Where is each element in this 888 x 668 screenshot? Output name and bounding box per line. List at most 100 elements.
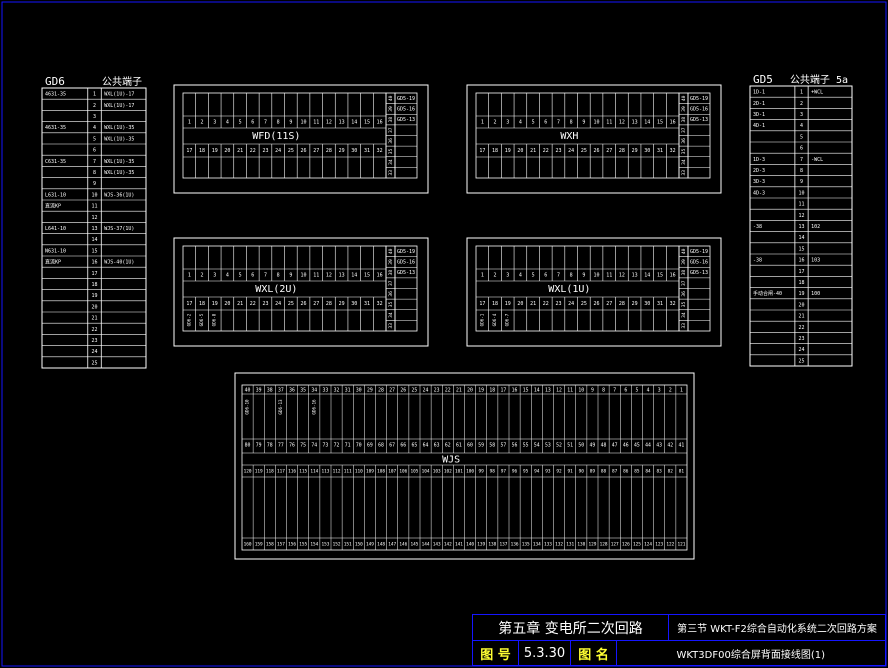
wjs-terminal-number: 23: [434, 387, 440, 393]
wjs-terminal-number: 70: [356, 443, 362, 449]
wjs-terminal-number: 40: [245, 387, 251, 393]
wjs-terminal-number: 151: [344, 542, 352, 548]
module-side-label: GD5-16: [690, 259, 708, 265]
strip-cell-right: 102: [811, 224, 820, 230]
module-terminal-number: 2: [201, 120, 204, 126]
module-wxh: 1 2 3 4 5 6 7 8 9 10 11 12 13 14 15 1617 18 19 20 21 22 23 24 2…: [466, 84, 722, 194]
module-terminal-number: 6: [251, 273, 254, 279]
module-bottom-tag: GD6-7: [505, 313, 510, 326]
strip-cell-number: 11: [798, 202, 804, 208]
strip-cell-number: 15: [798, 246, 804, 252]
wjs-terminal-number: 55: [523, 443, 529, 449]
strip-cell-number: 11: [92, 204, 98, 210]
wjs-terminal-number: 127: [611, 542, 619, 548]
wjs-terminal-number: 44: [645, 443, 651, 449]
wjs-terminal-number: 50: [578, 443, 584, 449]
wjs-terminal-number: 94: [534, 469, 540, 475]
wjs-terminal-number: 64: [423, 443, 429, 449]
wjs-terminal-number: 91: [568, 469, 574, 475]
section-title: 第三节 WKT-F2综合自动化系统二次回路方案: [669, 615, 885, 641]
module-terminal-number: 24: [568, 148, 574, 154]
module-terminal-number: 5: [239, 120, 242, 126]
module-terminal-number: 25: [581, 148, 587, 154]
module-terminal-number: 6: [544, 120, 547, 126]
wjs-terminal-number: 19: [478, 387, 484, 393]
module-terminal-number: 19: [505, 301, 511, 307]
module-terminal-number: 24: [275, 301, 281, 307]
module-side-number: 35: [681, 301, 687, 307]
wjs-terminal-number: 75: [300, 443, 306, 449]
module-terminal-number: 23: [555, 148, 561, 154]
module-terminal-number: 27: [313, 148, 319, 154]
wjs-terminal-number: 80: [245, 443, 251, 449]
strip-cell-left: 4631-35: [45, 92, 66, 98]
wjs-terminal-number: 148: [377, 542, 385, 548]
strip-subtitle: 公共端子 5a: [790, 73, 848, 86]
strip-cell-number: 14: [798, 235, 804, 241]
module-terminal-number: 23: [262, 148, 268, 154]
wjs-terminal-number: 10: [578, 387, 584, 393]
module-terminal-number: 16: [377, 120, 383, 126]
wjs-terminal-number: 87: [612, 469, 618, 475]
strip-cell-number: 21: [798, 314, 804, 320]
module-side-number: 38: [681, 270, 687, 276]
wjs-terminal-number: 61: [456, 443, 462, 449]
module-side-number: 33: [681, 323, 687, 329]
wjs-terminal-number: 58: [489, 443, 495, 449]
module-bottom-tag: GD6-2: [186, 313, 191, 326]
wjs-terminal-number: 28: [378, 387, 384, 393]
module-terminal-number: 27: [606, 301, 612, 307]
module-terminal-number: 31: [657, 148, 663, 154]
module-terminal-number: 11: [606, 120, 612, 126]
wjs-terminal-number: 123: [655, 542, 663, 548]
wjs-terminal-number: 119: [255, 469, 263, 475]
strip-cell-left: 2D-3: [753, 168, 765, 174]
strip-cell-left: 3D-3: [753, 179, 765, 185]
wjs-terminal-number: 32: [334, 387, 340, 393]
wjs-terminal-number: 81: [679, 469, 685, 475]
module-terminal-number: 17: [186, 148, 192, 154]
strip-cell-right: WXL(1U)-17: [104, 103, 134, 109]
module-terminal-number: 3: [213, 120, 216, 126]
wjs-terminal-number: 114: [310, 469, 318, 475]
wjs-terminal-number: 105: [410, 469, 418, 475]
module-terminal-number: 1: [188, 120, 191, 126]
wjs-terminal-number: 33: [323, 387, 329, 393]
wjs-terminal-number: 14: [534, 387, 540, 393]
module-terminal-number: 4: [519, 273, 522, 279]
wjs-terminal-number: 74: [311, 443, 317, 449]
strip-cell-number: 1: [800, 90, 803, 96]
module-terminal-number: 16: [377, 273, 383, 279]
wjs-terminal-number: 125: [633, 542, 641, 548]
wjs-terminal-number: 88: [601, 469, 607, 475]
module-terminal-number: 1: [481, 273, 484, 279]
wjs-terminal-number: 17: [501, 387, 507, 393]
wjs-terminal-number: 110: [355, 469, 363, 475]
module-bottom-tag: GD6-1: [479, 313, 484, 326]
wjs-terminal-number: 82: [668, 469, 674, 475]
strip-cell-right: WXL(1U)-35: [104, 125, 134, 131]
wjs-terminal-number: 135: [522, 542, 530, 548]
module-terminal-number: 21: [237, 301, 243, 307]
wjs-terminal-number: 156: [288, 542, 296, 548]
module-terminal-number: 18: [199, 148, 205, 154]
wjs-terminal-number: 15: [523, 387, 529, 393]
wjs-terminal-number: 60: [467, 443, 473, 449]
wjs-terminal-number: 136: [511, 542, 519, 548]
wjs-terminal-number: 62: [445, 443, 451, 449]
figure-number: 5.3.30: [519, 641, 571, 665]
wjs-terminal-number: 122: [666, 542, 674, 548]
module-bottom-tag: GD6-8: [212, 313, 217, 326]
wjs-label: WJS: [442, 455, 460, 466]
terminal-strip-gd5: GD5 公共端子 5a 1D-1 1 +WCL 2D-1 2 3D-1 3 4D-1 4 5 6 1D-3…: [749, 73, 853, 367]
strip-cell-number: 18: [798, 280, 804, 286]
wjs-terminal-number: 109: [366, 469, 374, 475]
module-side-number: 38: [681, 117, 687, 123]
module-terminal-number: 10: [594, 273, 600, 279]
wjs-terminal-number: 31: [345, 387, 351, 393]
module-bottom-tag: GD6-5: [199, 313, 204, 326]
module-terminal-number: 25: [288, 301, 294, 307]
strip-cell-number: 18: [92, 282, 98, 288]
module-side-number: 39: [388, 106, 394, 112]
wjs-terminal-number: 143: [433, 542, 441, 548]
